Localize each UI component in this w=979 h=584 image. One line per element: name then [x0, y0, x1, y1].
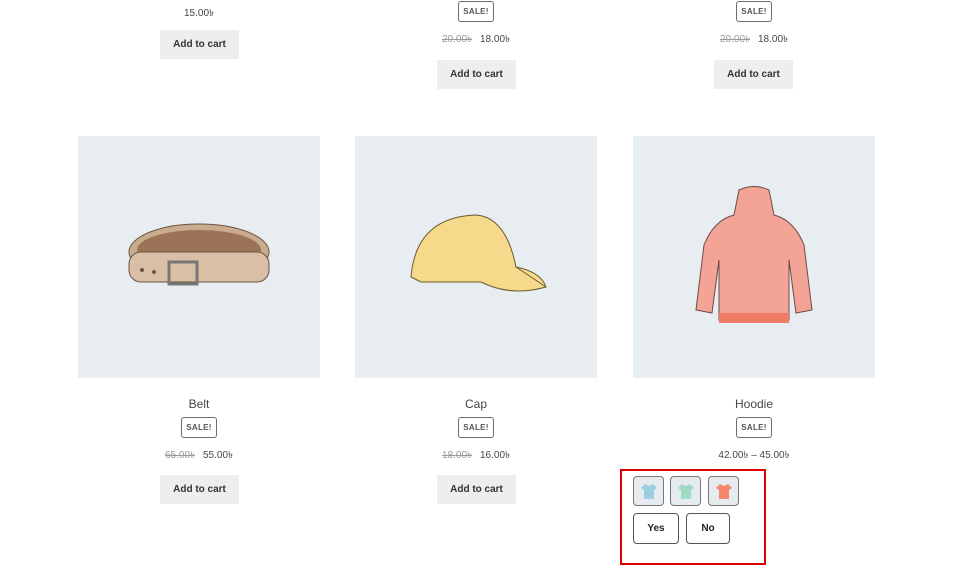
price-row: 18.00৳ 16.00৳: [355, 448, 597, 465]
sale-badge: SALE!: [736, 417, 772, 438]
yes-button[interactable]: Yes: [633, 513, 679, 544]
product-title[interactable]: Hoodie: [633, 397, 875, 411]
price: 18.00৳: [480, 34, 511, 45]
tshirt-icon: [715, 484, 732, 499]
old-price: 65.00৳: [164, 450, 195, 461]
badge-wrap: SALE!: [355, 417, 597, 438]
add-to-cart-button[interactable]: Add to cart: [714, 60, 793, 89]
old-price: 18.00৳: [441, 450, 472, 461]
tshirt-icon: [677, 484, 694, 499]
badge-wrap: SALE!: [78, 417, 320, 438]
price: 55.00৳: [203, 450, 234, 461]
top-product-3: SALE!: [633, 1, 875, 22]
price-range: 42.00৳ – 45.00৳: [718, 450, 790, 461]
sale-badge: SALE!: [458, 1, 494, 22]
cap-image[interactable]: [355, 136, 597, 378]
belt-image[interactable]: [78, 136, 320, 378]
swatch-blue[interactable]: [633, 476, 664, 506]
tshirt-icon: [640, 484, 657, 499]
price-row: 65.00৳ 55.00৳: [78, 448, 320, 465]
badge-wrap: SALE!: [633, 417, 875, 438]
price-row: 20.00৳ 18.00৳: [355, 32, 597, 49]
no-button[interactable]: No: [686, 513, 730, 544]
add-to-cart-button[interactable]: Add to cart: [437, 60, 516, 89]
sale-badge: SALE!: [181, 417, 217, 438]
price-row: 20.00৳ 18.00৳: [633, 32, 875, 49]
old-price: 20.00৳: [441, 34, 472, 45]
top-product-2: SALE!: [355, 1, 597, 22]
sale-badge: SALE!: [458, 417, 494, 438]
price: 18.00৳: [758, 34, 789, 45]
price: 15.00৳: [183, 8, 214, 19]
price: 16.00৳: [480, 450, 511, 461]
product-title[interactable]: Belt: [78, 397, 320, 411]
sale-badge: SALE!: [736, 1, 772, 22]
swatch-orange[interactable]: [708, 476, 739, 506]
swatch-green[interactable]: [670, 476, 701, 506]
add-to-cart-button[interactable]: Add to cart: [437, 475, 516, 504]
hoodie-image[interactable]: [633, 136, 875, 378]
top-product-1: 15.00৳: [78, 3, 320, 23]
product-title[interactable]: Cap: [355, 397, 597, 411]
add-to-cart-button[interactable]: Add to cart: [160, 30, 239, 59]
old-price: 20.00৳: [719, 34, 750, 45]
add-to-cart-button[interactable]: Add to cart: [160, 475, 239, 504]
